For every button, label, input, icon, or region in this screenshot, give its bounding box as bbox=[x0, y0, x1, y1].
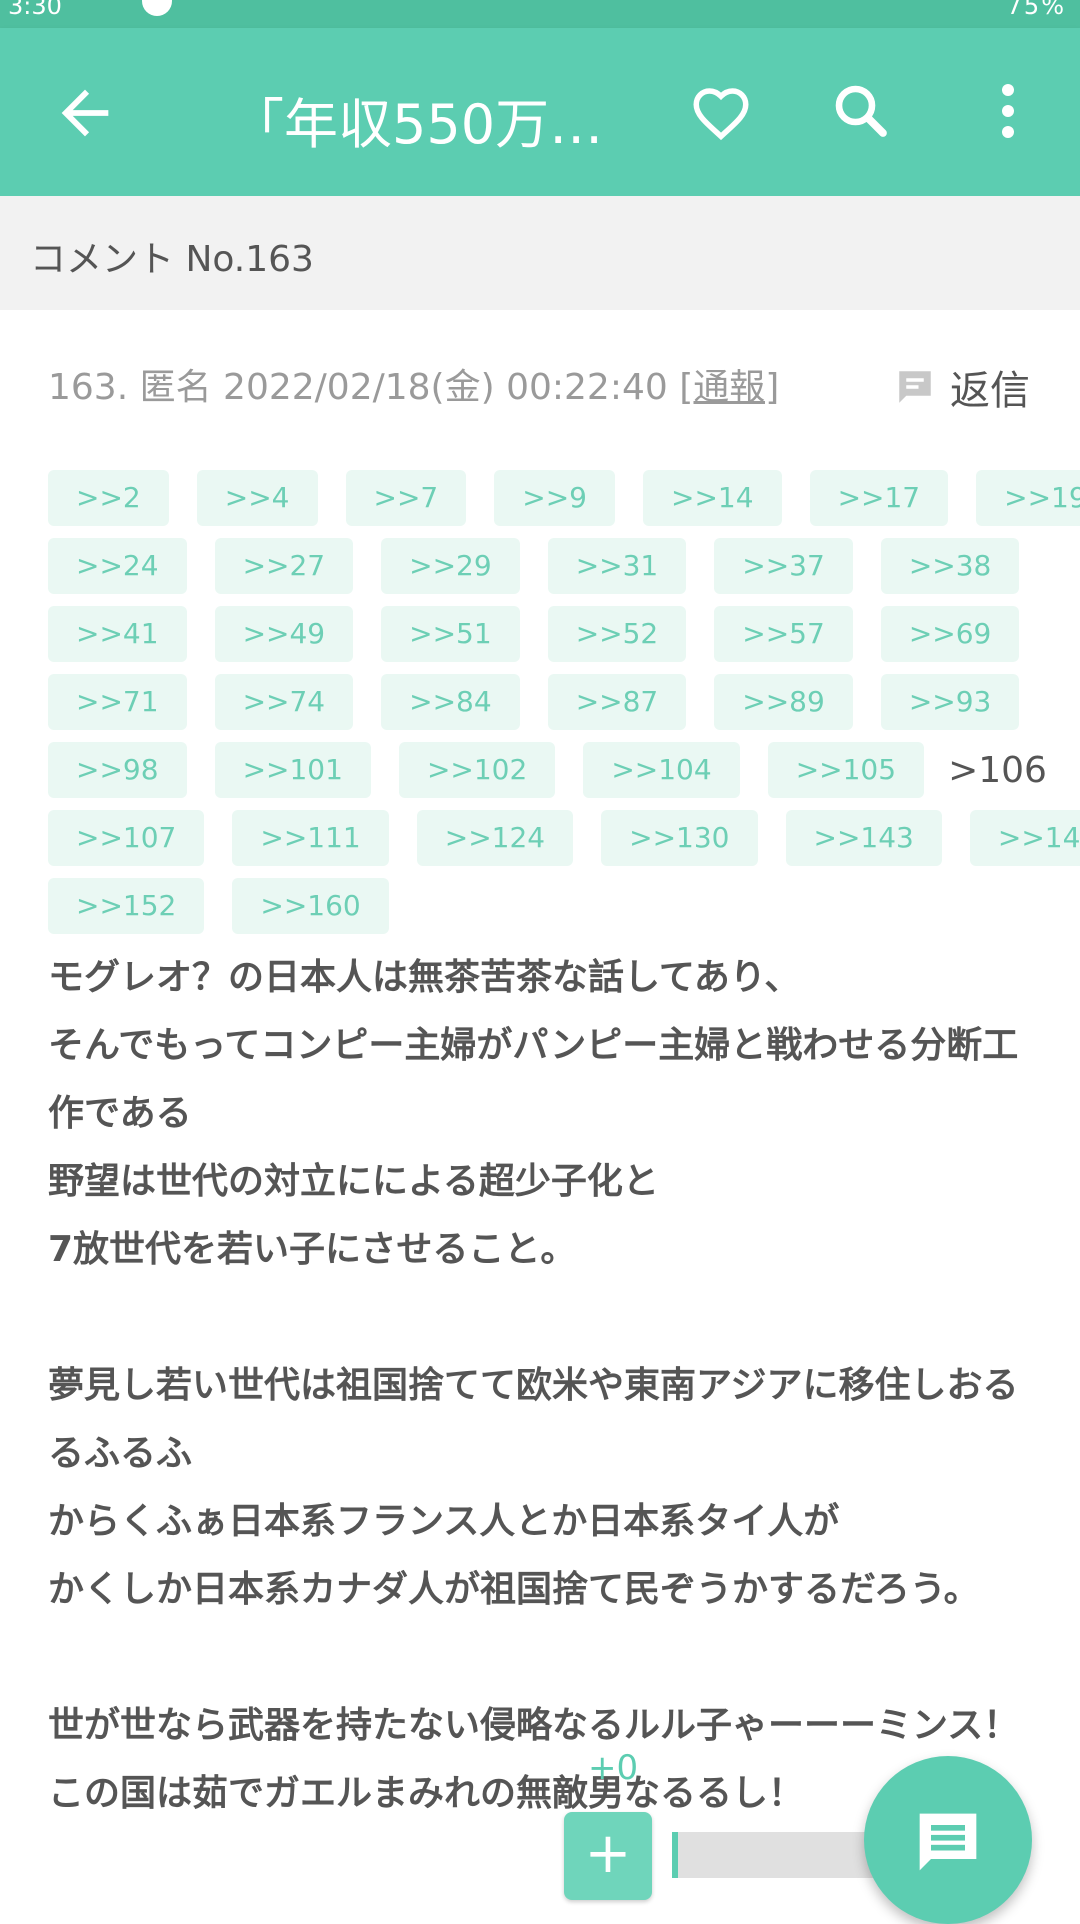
anchor-row: >>41 >>49 >>51 >>52 >>57 >>69 bbox=[48, 606, 1048, 662]
anchor-link[interactable]: >>143 bbox=[785, 810, 942, 866]
anchor-link[interactable]: >>152 bbox=[48, 878, 205, 934]
comment-number-header: コメント No.163 bbox=[0, 196, 1080, 310]
heart-icon bbox=[693, 88, 749, 141]
plus-vote-button[interactable]: + bbox=[564, 1812, 652, 1900]
comment-meta-text: 163. 匿名 2022/02/18(金) 00:22:40 bbox=[48, 367, 680, 408]
anchor-link[interactable]: >>14 bbox=[643, 470, 782, 526]
anchor-link[interactable]: >>27 bbox=[214, 538, 354, 594]
search-button[interactable] bbox=[828, 78, 894, 144]
anchor-link[interactable]: >>71 bbox=[48, 674, 187, 730]
anchor-list: >>2 >>4 >>7 >>9 >>14 >>17 >>19 >>24 >>27 >>29 >>31… bbox=[48, 470, 1080, 946]
anchor-link[interactable]: >>37 bbox=[714, 538, 853, 594]
anchor-link[interactable]: >>160 bbox=[232, 878, 389, 934]
more-options-button[interactable] bbox=[984, 78, 1032, 144]
anchor-link[interactable]: >>89 bbox=[714, 674, 853, 730]
anchor-link[interactable]: >>17 bbox=[809, 470, 949, 526]
anchor-link[interactable]: >>98 bbox=[48, 742, 187, 798]
vote-count: +0 bbox=[588, 1748, 639, 1788]
anchor-link[interactable]: >>4 bbox=[196, 470, 318, 526]
page-title: 「年収550万… bbox=[230, 93, 604, 156]
anchor-link[interactable]: >>29 bbox=[381, 538, 520, 594]
anchor-row: >>107 >>111 >>124 >>130 >>143 >>148 bbox=[48, 810, 1080, 866]
anchor-row: >>98 >>101 >>102 >>104 >>105 >106 bbox=[48, 742, 1048, 798]
anchor-link[interactable]: >>74 bbox=[214, 674, 354, 730]
anchor-row: >>24 >>27 >>29 >>31 >>37 >>38 bbox=[48, 538, 1048, 594]
comment-number-label: コメント No.163 bbox=[30, 239, 314, 280]
post-comment-fab[interactable] bbox=[864, 1756, 1032, 1924]
anchor-link[interactable]: >>105 bbox=[767, 742, 925, 798]
anchor-link[interactable]: >>130 bbox=[601, 810, 758, 866]
app-bar: 「年収550万… bbox=[0, 28, 1080, 196]
anchor-link[interactable]: >>93 bbox=[880, 674, 1020, 730]
comment-bubble-icon bbox=[899, 371, 931, 403]
anchor-link[interactable]: >>9 bbox=[494, 470, 615, 526]
anchor-link[interactable]: >>38 bbox=[880, 538, 1020, 594]
anchor-link[interactable]: >>31 bbox=[547, 538, 687, 594]
anchor-link[interactable]: >>51 bbox=[381, 606, 520, 662]
anchor-row: >>71 >>74 >>84 >>87 >>89 >>93 bbox=[48, 674, 1048, 730]
notification-dot-icon bbox=[142, 0, 172, 16]
anchor-link[interactable]: >>124 bbox=[416, 810, 574, 866]
comment-body: モグレオ？の日本人は無茶苦茶な話してあり、 そんでもってコンピー主婦がパンピー主… bbox=[48, 957, 1020, 1814]
arrow-left-icon bbox=[61, 89, 109, 137]
anchor-link[interactable]: >>69 bbox=[880, 606, 1020, 662]
anchor-link[interactable]: >>24 bbox=[48, 538, 187, 594]
anchor-link[interactable]: >>52 bbox=[547, 606, 687, 662]
anchor-row: >>152 >>160 bbox=[48, 878, 1048, 934]
anchor-link[interactable]: >>104 bbox=[583, 742, 740, 798]
anchor-link[interactable]: >>41 bbox=[48, 606, 187, 662]
anchor-link[interactable]: >>111 bbox=[232, 810, 389, 866]
battery-level: 75% bbox=[1006, 0, 1066, 20]
anchor-link[interactable]: >>2 bbox=[48, 470, 169, 526]
status-bar: 3:30 75% bbox=[0, 0, 1080, 28]
back-button[interactable] bbox=[50, 78, 120, 148]
anchor-link[interactable]: >>49 bbox=[214, 606, 354, 662]
anchor-link[interactable]: >>84 bbox=[381, 674, 520, 730]
anchor-link[interactable]: >>107 bbox=[48, 810, 205, 866]
anchor-row: >>2 >>4 >>7 >>9 >>14 >>17 >>19 bbox=[48, 470, 1080, 526]
more-vert-icon bbox=[1002, 84, 1014, 138]
status-time: 3:30 bbox=[8, 0, 62, 20]
reply-button[interactable]: 返信 bbox=[894, 358, 1030, 416]
chat-icon bbox=[919, 1813, 977, 1871]
anchor-link[interactable]: >>101 bbox=[214, 742, 371, 798]
anchor-link[interactable]: >>87 bbox=[547, 674, 687, 730]
favorite-button[interactable] bbox=[688, 80, 754, 146]
plain-anchor-text: >106 bbox=[948, 749, 1047, 791]
search-icon bbox=[835, 85, 887, 137]
comment-meta: 163. 匿名 2022/02/18(金) 00:22:40 [通報] bbox=[48, 358, 779, 410]
reply-label: 返信 bbox=[950, 368, 1030, 414]
anchor-link[interactable]: >>7 bbox=[345, 470, 467, 526]
anchor-link[interactable]: >>102 bbox=[398, 742, 556, 798]
report-link[interactable]: [通報] bbox=[679, 367, 779, 408]
anchor-link[interactable]: >>148 bbox=[969, 810, 1080, 866]
anchor-link[interactable]: >>57 bbox=[714, 606, 853, 662]
anchor-link[interactable]: >>19 bbox=[976, 470, 1080, 526]
